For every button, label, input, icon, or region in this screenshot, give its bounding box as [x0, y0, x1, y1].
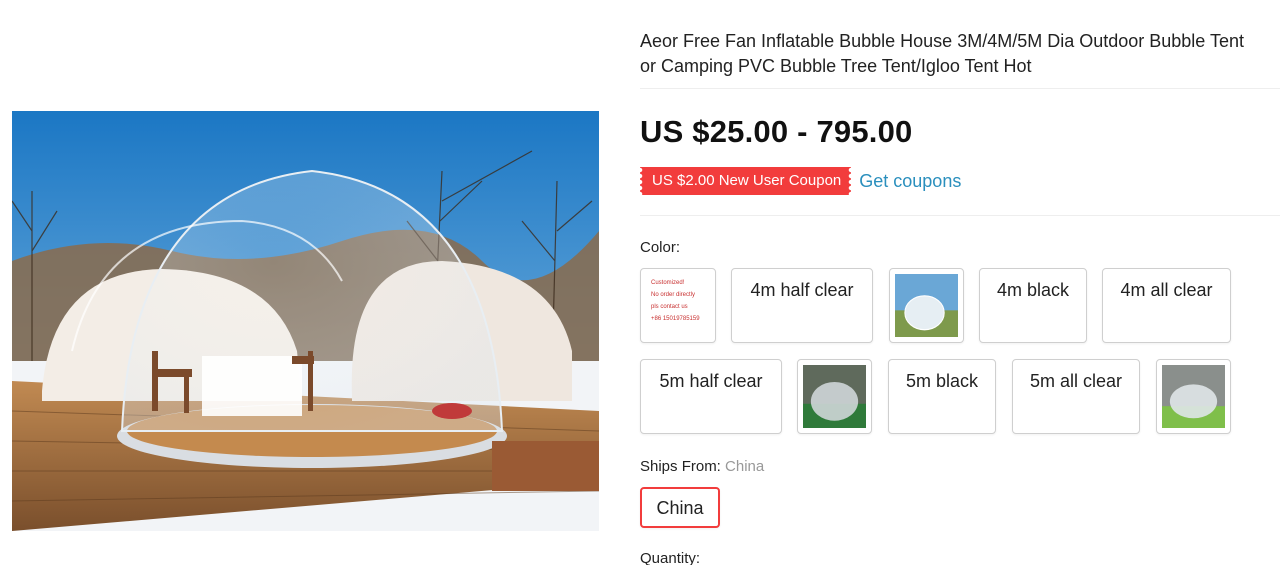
quantity-label: Quantity: — [640, 550, 701, 565]
ships-from-label-text: Ships From: — [640, 458, 721, 475]
bubble-tent-thumb-icon — [895, 274, 958, 337]
product-title: Aeor Free Fan Inflatable Bubble House 3M… — [640, 29, 1280, 79]
ships-from-option-china[interactable]: China — [640, 487, 720, 528]
note-card-line: +86 15019785159 — [651, 316, 700, 322]
color-option-5m-black[interactable]: 5m black — [888, 359, 996, 434]
note-card-line: No order directly — [651, 292, 696, 298]
note-card-line: Customized! — [651, 280, 685, 286]
color-option-thumb-2[interactable] — [797, 359, 872, 434]
color-option-4m-half-clear[interactable]: 4m half clear — [731, 268, 873, 343]
color-option-5m-half-clear[interactable]: 5m half clear — [640, 359, 782, 434]
divider — [640, 88, 1280, 89]
bubble-tent-thumb-icon — [803, 365, 866, 428]
note-card-line: pls contact us — [651, 304, 688, 310]
color-option-customized[interactable]: Customized! No order directly pls contac… — [640, 268, 716, 343]
product-image[interactable] — [12, 111, 599, 531]
product-photo-icon — [12, 111, 599, 531]
color-option-thumb-1[interactable] — [889, 268, 964, 343]
product-title-line1: Aeor Free Fan Inflatable Bubble House 3M… — [640, 31, 1245, 51]
color-option-4m-all-clear[interactable]: 4m all clear — [1102, 268, 1231, 343]
price: US $25.00 - 795.00 — [640, 114, 913, 149]
ships-from-label: Ships From: China — [640, 458, 764, 475]
divider — [640, 215, 1280, 216]
color-option-4m-black[interactable]: 4m black — [979, 268, 1087, 343]
color-label: Color: — [640, 239, 681, 256]
get-coupons-link[interactable]: Get coupons — [859, 171, 961, 192]
color-option-thumb-3[interactable] — [1156, 359, 1231, 434]
bubble-tent-thumb-icon — [1162, 365, 1225, 428]
product-title-line2: or Camping PVC Bubble Tree Tent/Igloo Te… — [640, 56, 1032, 76]
coupon-badge[interactable]: US $2.00 New User Coupon — [640, 167, 852, 195]
ships-from-value: China — [725, 458, 765, 475]
coupon-row: US $2.00 New User Coupon Get coupons — [640, 167, 961, 195]
color-option-5m-all-clear[interactable]: 5m all clear — [1012, 359, 1140, 434]
